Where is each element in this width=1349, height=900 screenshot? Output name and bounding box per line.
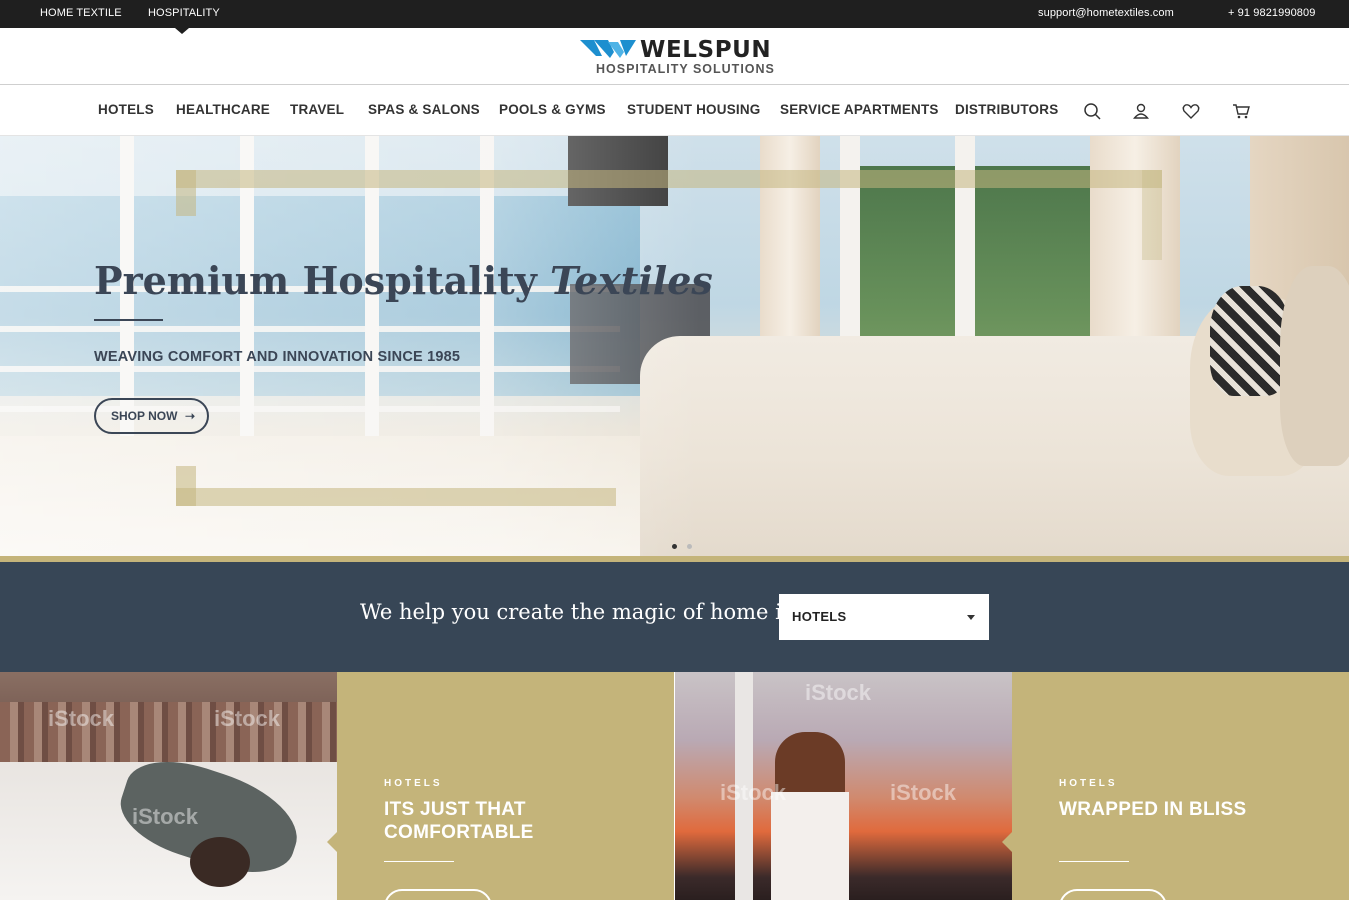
card-category: HOTELS: [384, 778, 443, 789]
arrow-right-icon: ➝: [184, 409, 195, 423]
hero-divider: [94, 319, 163, 321]
watermark-text: iStock: [214, 706, 281, 731]
card-button[interactable]: [384, 889, 492, 900]
nav-item-travel[interactable]: TRAVEL: [290, 102, 344, 117]
card-button[interactable]: [1059, 889, 1167, 900]
card-divider: [1059, 861, 1129, 862]
cart-icon[interactable]: [1230, 100, 1252, 122]
heart-icon[interactable]: [1180, 100, 1202, 122]
nav-item-hotels[interactable]: HOTELS: [98, 102, 154, 117]
brand-name: WELSPUN: [640, 37, 772, 63]
watermark-text: iStock: [132, 804, 199, 829]
card-category: HOTELS: [1059, 778, 1118, 789]
segment-selector-band: We help you create the magic of home in …: [0, 562, 1349, 672]
top-link-hospitality[interactable]: HOSPITALITY: [148, 7, 220, 19]
nav-item-student-housing[interactable]: STUDENT HOUSING: [627, 102, 761, 117]
carousel-dot-2[interactable]: [687, 544, 692, 549]
watermark-text: iStock: [48, 706, 115, 731]
watermark-text: iStock: [720, 780, 787, 805]
top-link-home-textile[interactable]: HOME TEXTILE: [40, 7, 122, 19]
watermark-text: iStock: [805, 680, 872, 705]
hero-title: Premium Hospitality Textiles: [94, 258, 713, 303]
card-title: ITS JUST THAT COMFORTABLE: [384, 799, 534, 843]
hero-banner: Premium Hospitality Textiles WEAVING COM…: [0, 136, 1349, 556]
support-email-link[interactable]: support@hometextiles.com: [1038, 7, 1174, 19]
brand-subtitle: HOSPITALITY SOLUTIONS: [596, 62, 775, 76]
feature-cards: iStock iStock iStock HOTELS ITS JUST THA…: [0, 672, 1349, 900]
feature-card-2[interactable]: HOTELS WRAPPED IN BLISS: [1002, 672, 1349, 900]
active-section-caret-icon: [175, 28, 189, 34]
dropdown-selected-value: HOTELS: [792, 609, 847, 624]
nav-item-service-apartments[interactable]: SERVICE APARTMENTS: [780, 102, 939, 117]
selector-prompt: We help you create the magic of home in: [360, 600, 796, 624]
shop-now-button[interactable]: SHOP NOW ➝: [94, 398, 209, 434]
decorative-frame: [176, 170, 1162, 188]
feature-card-1[interactable]: HOTELS ITS JUST THAT COMFORTABLE: [327, 672, 674, 900]
carousel-dot-1[interactable]: [672, 544, 677, 549]
welspun-logo-icon: [580, 40, 636, 58]
card-title: WRAPPED IN BLISS: [1059, 799, 1247, 820]
segment-dropdown[interactable]: HOTELS: [779, 594, 989, 640]
top-bar: HOME TEXTILE HOSPITALITY support@hometex…: [0, 0, 1349, 28]
brand-logo[interactable]: WELSPUN HOSPITALITY SOLUTIONS: [580, 34, 780, 80]
nav-item-pools-gyms[interactable]: POOLS & GYMS: [499, 102, 606, 117]
watermark-text: iStock: [890, 780, 957, 805]
main-nav: HOTELS HEALTHCARE TRAVEL SPAS & SALONS P…: [0, 85, 1349, 136]
card-image-2[interactable]: iStock iStock iStock: [675, 672, 1012, 900]
user-icon[interactable]: [1130, 100, 1152, 122]
search-icon[interactable]: [1081, 100, 1103, 122]
card-divider: [384, 861, 454, 862]
hero-subtitle: WEAVING COMFORT AND INNOVATION SINCE 198…: [94, 349, 461, 365]
caret-down-icon: [967, 615, 975, 620]
nav-item-healthcare[interactable]: HEALTHCARE: [176, 102, 270, 117]
logo-band: WELSPUN HOSPITALITY SOLUTIONS: [0, 28, 1349, 85]
support-phone-link[interactable]: + 91 9821990809: [1228, 7, 1315, 19]
nav-item-spas-salons[interactable]: SPAS & SALONS: [368, 102, 480, 117]
card-image-1[interactable]: iStock iStock iStock: [0, 672, 337, 900]
nav-item-distributors[interactable]: DISTRIBUTORS: [955, 102, 1058, 117]
